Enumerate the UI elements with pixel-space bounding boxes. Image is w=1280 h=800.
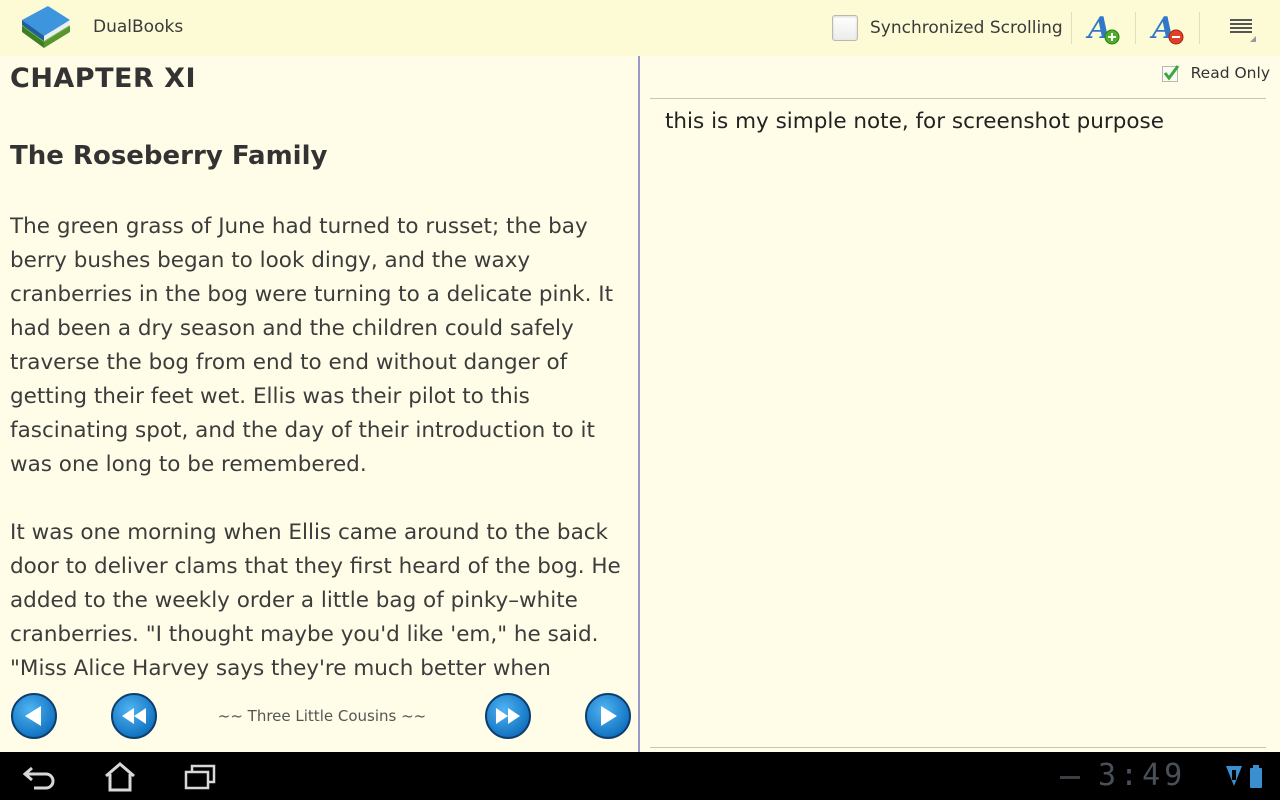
paragraph: It was one morning when Ellis came aroun… (10, 520, 621, 681)
note-editor[interactable]: this is my simple note, for screenshot p… (650, 98, 1266, 748)
recent-apps-icon[interactable] (180, 760, 220, 794)
fast-forward-icon (496, 708, 520, 724)
checkmark-icon (1161, 65, 1179, 82)
action-bar: DualBooks Synchronized Scrolling A A (0, 0, 1280, 56)
notification-dash (1060, 776, 1080, 779)
paragraph: The green grass of June had turned to ru… (10, 214, 614, 477)
read-only-toggle[interactable]: Read Only (1161, 64, 1270, 82)
battery-icon (1249, 764, 1263, 794)
synchronized-scrolling-label: Synchronized Scrolling (870, 18, 1063, 38)
separator (1199, 12, 1200, 44)
next-chapter-button[interactable] (485, 693, 531, 739)
chapter-subtitle: The Roseberry Family (10, 141, 328, 171)
note-text: this is my simple note, for screenshot p… (665, 109, 1164, 134)
chapter-title: CHAPTER XI (10, 63, 197, 94)
play-left-icon (25, 706, 41, 726)
clock: 3:49 (1098, 758, 1187, 793)
separator (1135, 12, 1136, 44)
font-decrease-icon[interactable]: A (1148, 8, 1188, 48)
read-only-checkbox[interactable] (1161, 64, 1180, 82)
next-page-button[interactable] (585, 693, 631, 739)
play-right-icon (601, 706, 617, 726)
previous-page-button[interactable] (11, 693, 57, 739)
home-icon[interactable] (100, 760, 140, 794)
separator (1071, 12, 1072, 44)
books-icon[interactable] (18, 4, 74, 52)
rewind-icon (122, 708, 146, 724)
app-title: DualBooks (93, 17, 184, 37)
font-increase-icon[interactable]: A (1084, 8, 1124, 48)
overflow-menu-icon[interactable] (1222, 8, 1262, 48)
system-bar: 3:49 (0, 752, 1280, 800)
book-name: ~~ Three Little Cousins ~~ (217, 707, 427, 725)
read-only-label: Read Only (1190, 64, 1270, 82)
back-icon[interactable] (20, 760, 60, 794)
book-text-area[interactable]: CHAPTER XI The Roseberry Family The gree… (10, 56, 630, 683)
book-reader-pane[interactable]: CHAPTER XI The Roseberry Family The gree… (0, 56, 638, 752)
previous-chapter-button[interactable] (111, 693, 157, 739)
signal-icon (1224, 764, 1244, 794)
synchronized-scrolling-checkbox[interactable] (832, 15, 858, 41)
synchronized-scrolling-toggle[interactable]: Synchronized Scrolling (832, 13, 1063, 43)
notes-pane: Read Only this is my simple note, for sc… (640, 56, 1280, 752)
